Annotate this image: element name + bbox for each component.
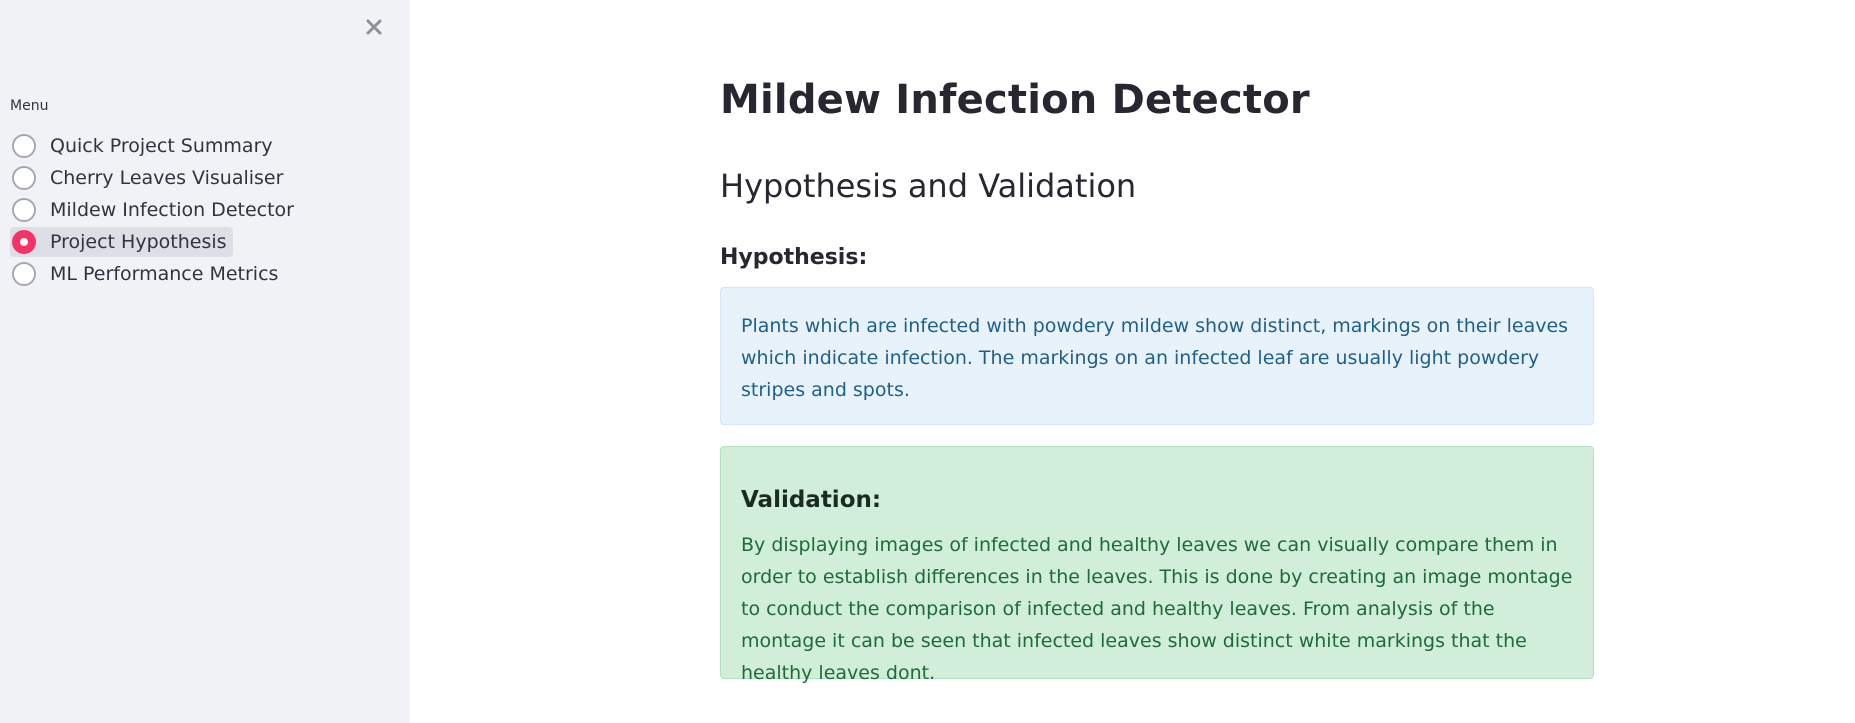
app-root: Menu Quick Project Summary Cherry Leaves… [0, 0, 1855, 723]
validation-heading: Validation: [741, 487, 882, 513]
menu-item-quick-project-summary[interactable]: Quick Project Summary [10, 131, 279, 161]
radio-button[interactable] [12, 166, 36, 190]
main-content: Mildew Infection Detector Hypothesis and… [410, 0, 1855, 723]
menu-item-mildew-infection-detector[interactable]: Mildew Infection Detector [10, 195, 300, 225]
section-title: Hypothesis and Validation [720, 167, 1137, 205]
close-icon [366, 19, 382, 35]
menu-item-label: Mildew Infection Detector [50, 199, 294, 221]
menu-item-label: Project Hypothesis [50, 231, 227, 253]
menu-label: Menu [10, 98, 49, 114]
menu-item-project-hypothesis[interactable]: Project Hypothesis [10, 227, 233, 257]
hypothesis-text: Plants which are infected with powdery m… [741, 315, 1569, 401]
menu-item-label: Cherry Leaves Visualiser [50, 167, 284, 189]
hypothesis-info-box: Plants which are infected with powdery m… [720, 287, 1594, 425]
hypothesis-heading: Hypothesis: [720, 245, 868, 270]
menu-radio-group: Quick Project Summary Cherry Leaves Visu… [10, 131, 300, 291]
radio-button[interactable] [12, 230, 36, 254]
menu-item-label: ML Performance Metrics [50, 263, 279, 285]
menu-item-cherry-leaves-visualiser[interactable]: Cherry Leaves Visualiser [10, 163, 289, 193]
menu-item-label: Quick Project Summary [50, 135, 273, 157]
menu-item-ml-performance-metrics[interactable]: ML Performance Metrics [10, 259, 284, 289]
sidebar: Menu Quick Project Summary Cherry Leaves… [0, 0, 410, 723]
close-sidebar-button[interactable] [359, 12, 389, 42]
radio-button[interactable] [12, 198, 36, 222]
validation-text: By displaying images of infected and hea… [741, 534, 1573, 684]
page-title: Mildew Infection Detector [720, 77, 1310, 123]
radio-button[interactable] [12, 134, 36, 158]
validation-success-box: Validation: By displaying images of infe… [720, 446, 1594, 684]
radio-dot [20, 238, 28, 246]
radio-button[interactable] [12, 262, 36, 286]
